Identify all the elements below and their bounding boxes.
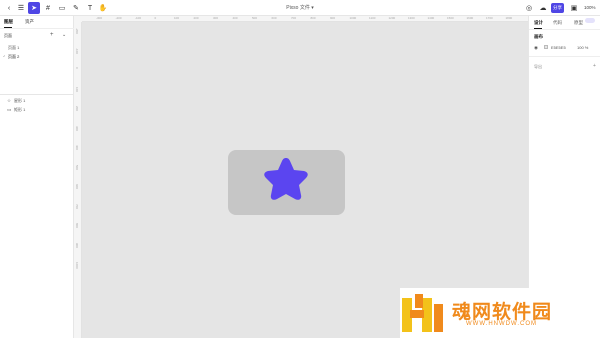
ruler-tick: 0 [154, 16, 157, 20]
ruler-tick: 200 [193, 16, 199, 20]
ruler-tick: -100 [135, 16, 142, 20]
cloud-icon[interactable]: ☁ [537, 2, 549, 14]
preview-icon[interactable]: ◎ [523, 2, 535, 14]
ruler-tick: 900 [75, 242, 79, 248]
ruler-tick: 1000 [349, 16, 357, 20]
ruler-tick: 1800 [505, 16, 513, 20]
ruler-tick: 400 [75, 145, 79, 151]
ruler-tick: 1100 [369, 16, 376, 20]
ruler-tick: -300 [96, 16, 103, 20]
watermark-url: WWW.HNWDW.COM [466, 321, 537, 327]
tab-layers[interactable]: 图层 [4, 19, 13, 28]
zoom-level[interactable]: 100% [584, 5, 596, 10]
ruler-tick: 1500 [447, 16, 454, 20]
ruler-tick: 800 [75, 223, 79, 229]
ruler-tick: -100 [75, 47, 79, 54]
ruler-tick: 300 [213, 16, 219, 20]
ruler-tick: 1600 [466, 16, 474, 20]
ruler-tick: 600 [271, 16, 277, 20]
page-item[interactable]: 页面 1 [8, 45, 19, 51]
ruler-tick: 400 [232, 16, 238, 20]
ruler-tick: 1400 [427, 16, 435, 20]
ruler-tick: 1200 [388, 16, 396, 20]
top-toolbar: ‹ ☰ ➤ # ▭ ✎ T ✋ Pixso 文件 ▾ ◎ ☁ 分享 ▣ 100% [0, 0, 600, 16]
divider [0, 28, 74, 29]
site-logo [402, 294, 443, 332]
ruler-tick: 1300 [408, 16, 415, 20]
page-item-active[interactable]: 页面 2 [8, 54, 19, 60]
share-button[interactable]: 分享 [551, 3, 564, 13]
ruler-tick: 900 [330, 16, 336, 20]
ruler-tick: 1000 [75, 262, 79, 269]
left-panel: 图层 资产 页面 + ⌄ 页面 1 ✓ 页面 2 ☆ 星形 1 ▭ 矩形 1 [0, 16, 74, 338]
star-shape[interactable] [262, 155, 310, 203]
ruler-tick: 0 [75, 67, 79, 69]
ruler-tick: -200 [115, 16, 122, 20]
layer-item[interactable]: 矩形 1 [14, 107, 25, 113]
pages-title: 页面 [4, 33, 12, 38]
ruler-tick: 700 [75, 203, 79, 209]
eye-icon[interactable]: ◉ [534, 45, 538, 51]
check-icon: ✓ [3, 54, 6, 58]
rectangle-layer-icon: ▭ [7, 107, 12, 112]
ruler-tick: 800 [310, 16, 316, 20]
ruler-tick: 500 [252, 16, 258, 20]
ruler-tick: 500 [75, 164, 79, 170]
prototype-badge [585, 18, 595, 23]
export-label: 导出 [534, 64, 542, 69]
layer-item[interactable]: 星形 1 [14, 98, 25, 104]
design-app: ‹ ☰ ➤ # ▭ ✎ T ✋ Pixso 文件 ▾ ◎ ☁ 分享 ▣ 100%… [0, 0, 600, 338]
fill-opacity[interactable]: 100 % [577, 45, 588, 50]
ruler-tick: 300 [75, 125, 79, 131]
section-title: 画布 [534, 34, 543, 39]
fill-hex[interactable]: E5E5E5 [551, 45, 566, 50]
ruler-left: -200 -100 0 100 200 300 400 500 600 700 800 900 1000 [74, 22, 82, 338]
file-title[interactable]: Pixso 文件 ▾ [0, 4, 600, 11]
divider [0, 94, 74, 95]
divider [529, 56, 600, 57]
ruler-tick: -200 [75, 28, 79, 35]
tab-code[interactable]: 代码 [553, 20, 562, 26]
ruler-tick: 700 [291, 16, 297, 20]
tab-assets[interactable]: 资产 [25, 19, 34, 25]
ruler-tick: 600 [75, 184, 79, 190]
star-layer-icon: ☆ [7, 98, 12, 103]
ruler-tick: 100 [75, 86, 79, 92]
watermark: 魂网软件园 WWW.HNWDW.COM [400, 288, 600, 338]
watermark-title: 魂网软件园 [452, 302, 553, 323]
divider [529, 29, 600, 30]
add-export-icon[interactable]: + [593, 63, 596, 69]
ruler-tick: 1700 [486, 16, 493, 20]
add-page-icon[interactable]: + [50, 32, 54, 38]
tab-design[interactable]: 设计 [534, 20, 543, 29]
ruler-tick: 100 [174, 16, 180, 20]
ruler-tick: 200 [75, 106, 79, 112]
tab-prototype[interactable]: 原型 [574, 20, 583, 26]
collapse-icon[interactable]: ⌄ [62, 32, 66, 38]
save-icon[interactable]: ▣ [568, 2, 580, 14]
fill-swatch[interactable] [544, 45, 548, 49]
